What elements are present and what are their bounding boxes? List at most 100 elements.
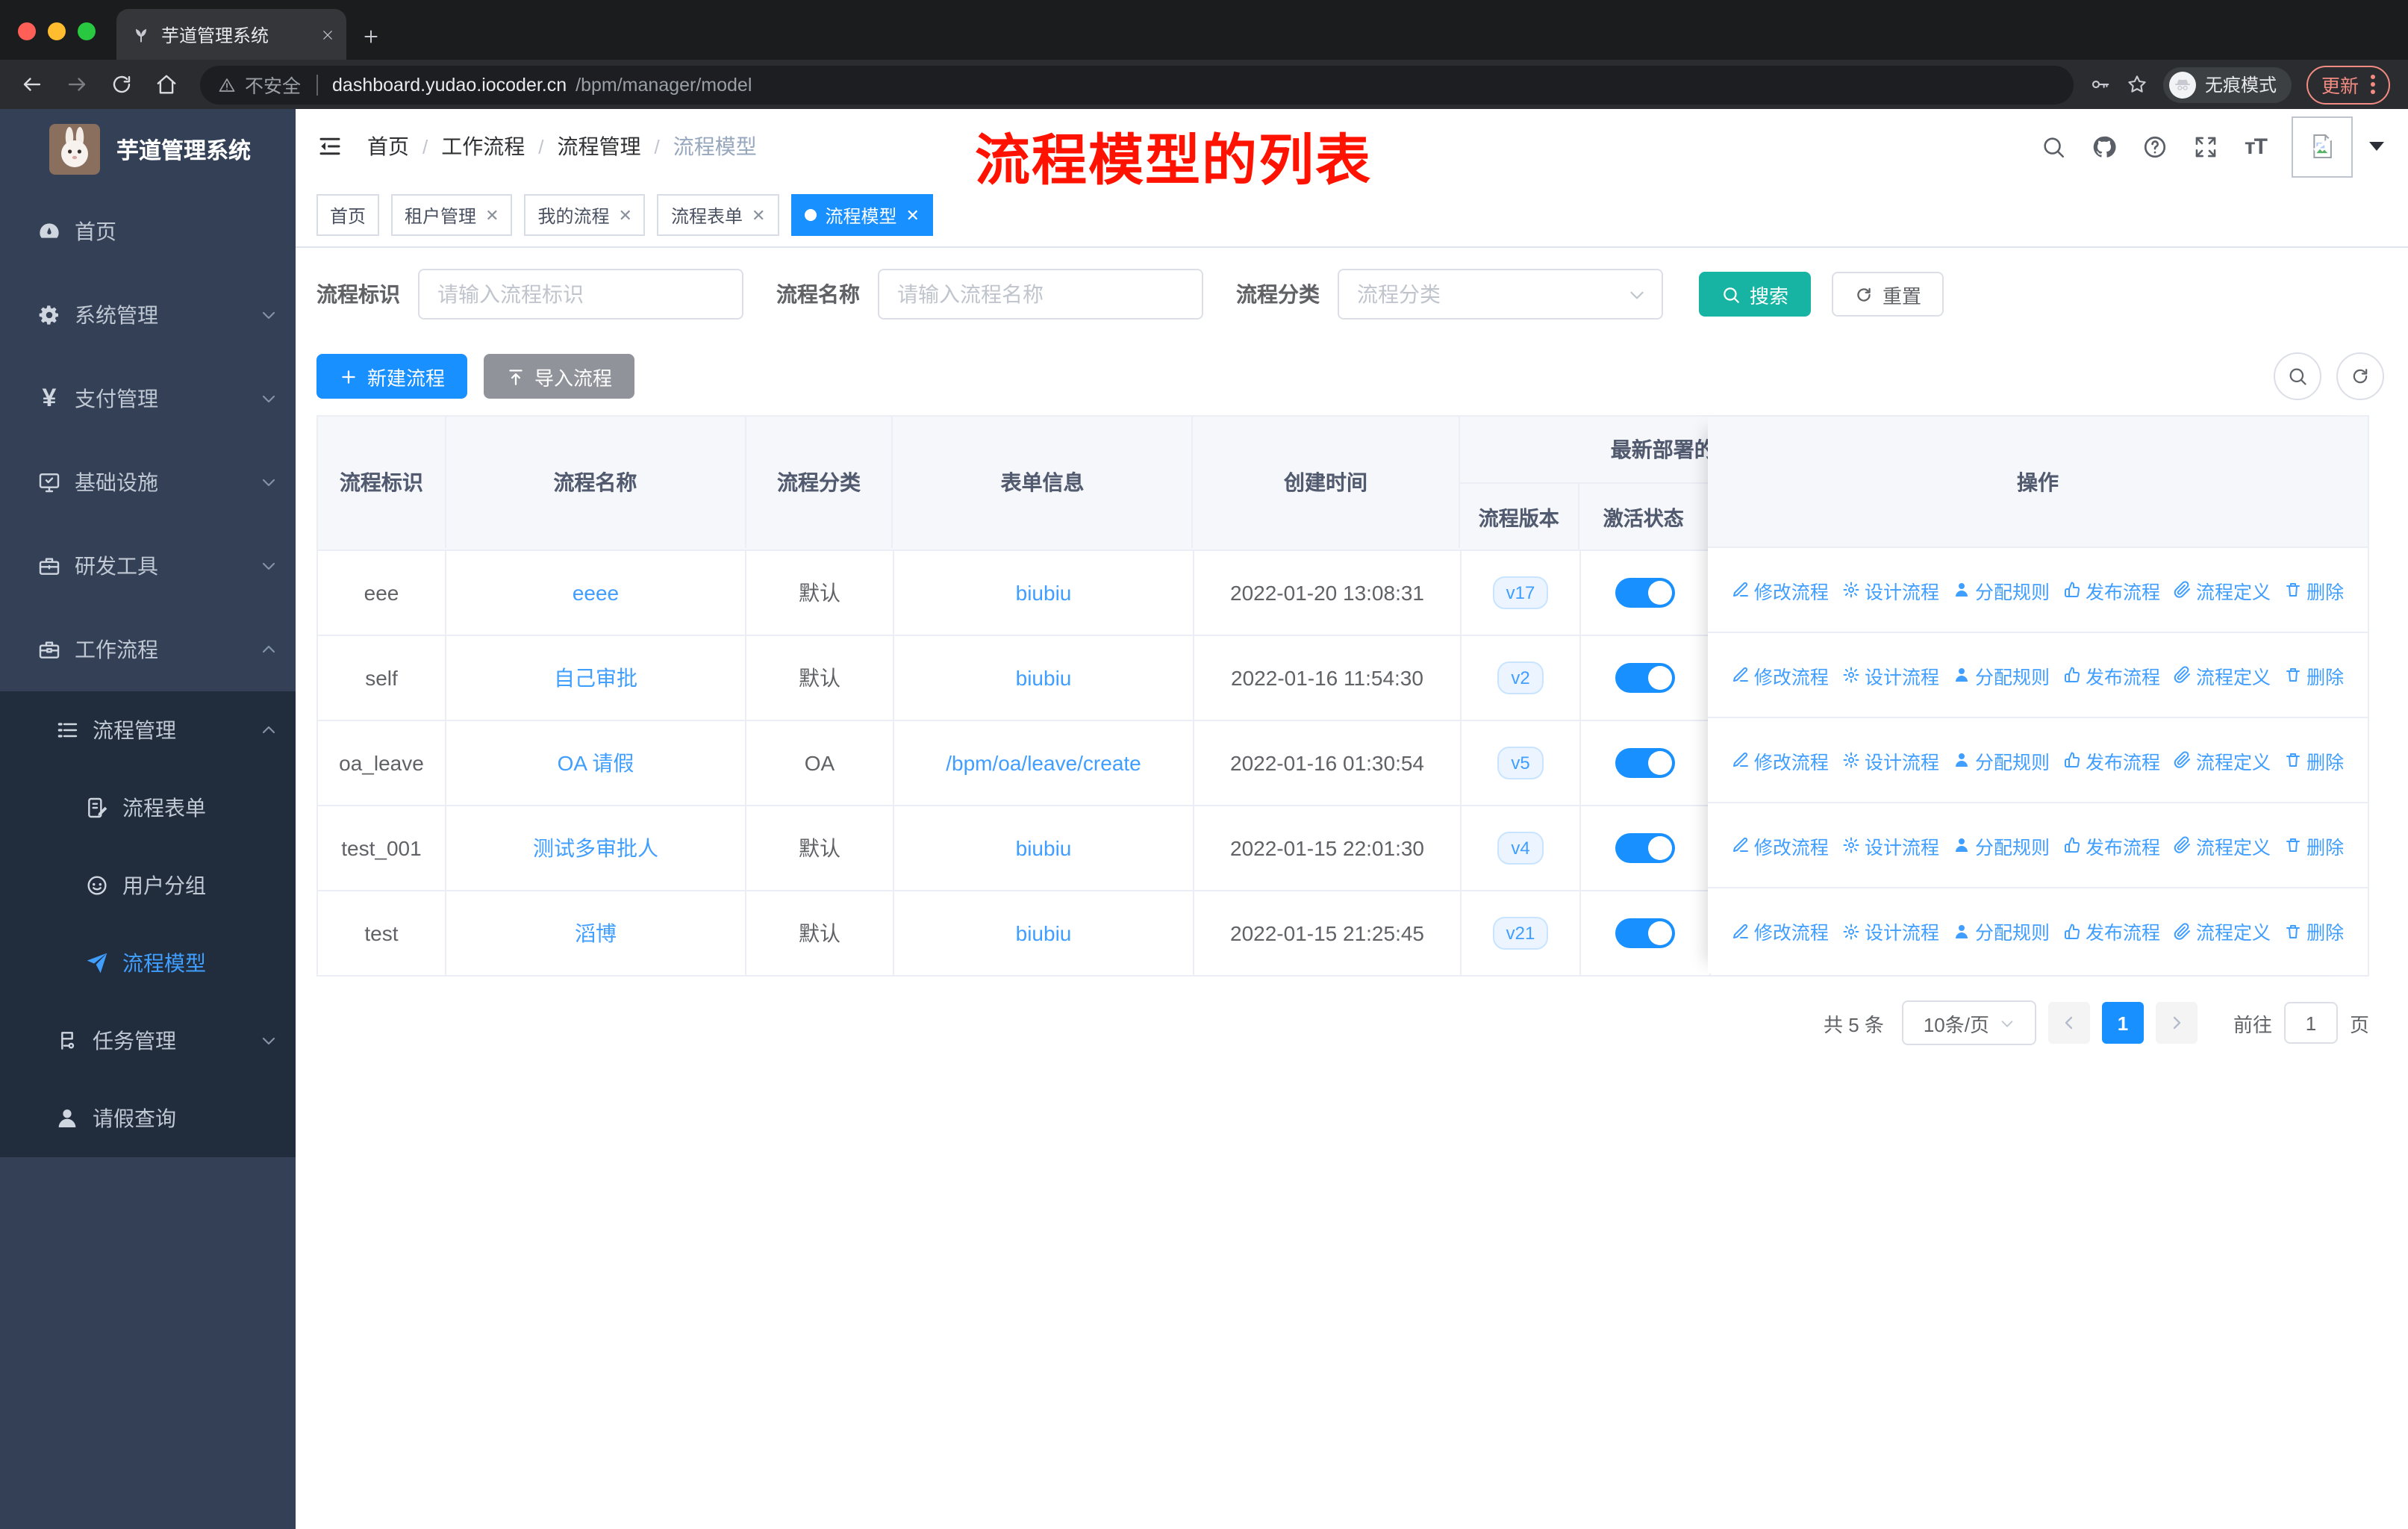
breadcrumb-process-mgmt[interactable]: 流程管理 (558, 131, 641, 161)
next-page-button[interactable] (2155, 1002, 2198, 1044)
import-process-button[interactable]: 导入流程 (484, 354, 635, 399)
create-process-button[interactable]: 新建流程 (316, 354, 468, 399)
edit-process-link[interactable]: 修改流程 (1732, 746, 1829, 774)
prev-page-button[interactable] (2047, 1002, 2090, 1044)
process-name-input[interactable] (878, 269, 1203, 320)
font-size-icon[interactable]: тT (2245, 134, 2268, 159)
tag-process-model[interactable]: 流程模型 ✕ (790, 194, 933, 236)
design-process-link[interactable]: 设计流程 (1842, 661, 1939, 689)
design-process-link[interactable]: 设计流程 (1842, 576, 1939, 604)
process-name-link[interactable]: 滔博 (575, 918, 617, 948)
assign-rule-link[interactable]: 分配规则 (1953, 831, 2050, 859)
refresh-table-button[interactable] (2336, 352, 2384, 400)
assign-rule-link[interactable]: 分配规则 (1953, 917, 2050, 945)
page-size-select[interactable]: 10条/页 (1901, 1000, 2036, 1045)
sidebar-item-process-model[interactable]: 流程模型 (0, 924, 296, 1002)
reload-icon[interactable] (102, 65, 140, 104)
back-icon[interactable] (12, 65, 51, 104)
tag-process-form[interactable]: 流程表单 ✕ (657, 194, 779, 236)
publish-process-link[interactable]: 发布流程 (2063, 661, 2160, 689)
process-definition-link[interactable]: 流程定义 (2174, 746, 2271, 774)
forward-icon[interactable] (57, 65, 96, 104)
form-link[interactable]: biubiu (1016, 581, 1072, 605)
breadcrumb-home[interactable]: 首页 (367, 131, 409, 161)
search-button[interactable]: 搜索 (1699, 272, 1812, 317)
version-badge[interactable]: v17 (1492, 576, 1549, 609)
sidebar-item-leave-query[interactable]: 请假查询 (0, 1080, 296, 1157)
delete-link[interactable]: 删除 (2284, 576, 2344, 604)
delete-link[interactable]: 删除 (2284, 831, 2344, 859)
question-icon[interactable] (2143, 134, 2168, 159)
maximize-window-button[interactable] (78, 22, 96, 40)
form-link[interactable]: biubiu (1016, 666, 1072, 690)
tag-close-icon[interactable]: ✕ (752, 205, 765, 225)
sidebar-item-infrastructure[interactable]: 基础设施 (0, 440, 296, 524)
window-controls[interactable] (0, 22, 116, 60)
assign-rule-link[interactable]: 分配规则 (1953, 576, 2050, 604)
address-bar[interactable]: 不安全 dashboard.yudao.iocoder.cn/bpm/manag… (200, 65, 2074, 104)
sidebar-item-task-mgmt[interactable]: 任务管理 (0, 1002, 296, 1080)
active-toggle[interactable] (1615, 748, 1675, 778)
active-toggle[interactable] (1615, 918, 1675, 948)
publish-process-link[interactable]: 发布流程 (2063, 917, 2160, 945)
version-badge[interactable]: v5 (1497, 747, 1544, 779)
version-badge[interactable]: v21 (1492, 917, 1549, 950)
assign-rule-link[interactable]: 分配规则 (1953, 661, 2050, 689)
process-id-input[interactable] (418, 269, 743, 320)
app-logo-row[interactable]: 芋道管理系统 (0, 109, 296, 190)
process-definition-link[interactable]: 流程定义 (2174, 576, 2271, 604)
sidebar-item-workflow[interactable]: 工作流程 (0, 608, 296, 691)
process-definition-link[interactable]: 流程定义 (2174, 661, 2271, 689)
home-icon[interactable] (146, 65, 185, 104)
edit-process-link[interactable]: 修改流程 (1732, 831, 1829, 859)
active-toggle[interactable] (1615, 663, 1675, 693)
process-name-link[interactable]: eeee (573, 581, 619, 605)
tag-close-icon[interactable]: ✕ (485, 205, 499, 225)
hamburger-icon[interactable] (316, 133, 343, 160)
fullscreen-icon[interactable] (2194, 134, 2219, 159)
minimize-window-button[interactable] (48, 22, 66, 40)
close-window-button[interactable] (18, 22, 36, 40)
publish-process-link[interactable]: 发布流程 (2063, 576, 2160, 604)
edit-process-link[interactable]: 修改流程 (1732, 661, 1829, 689)
sidebar-item-process-mgmt[interactable]: 流程管理 (0, 691, 296, 769)
edit-process-link[interactable]: 修改流程 (1732, 576, 1829, 604)
tag-tenant[interactable]: 租户管理 ✕ (391, 194, 513, 236)
design-process-link[interactable]: 设计流程 (1842, 746, 1939, 774)
form-link[interactable]: biubiu (1016, 836, 1072, 860)
browser-tab[interactable]: 芋道管理系统 (116, 9, 346, 60)
category-select[interactable]: 流程分类 (1338, 269, 1663, 320)
goto-page-input[interactable] (2283, 1002, 2338, 1044)
sidebar-item-payment[interactable]: ¥ 支付管理 (0, 357, 296, 440)
tag-close-icon[interactable]: ✕ (619, 205, 632, 225)
version-badge[interactable]: v2 (1497, 661, 1544, 694)
browser-menu-dots-icon[interactable] (2371, 75, 2375, 94)
process-definition-link[interactable]: 流程定义 (2174, 917, 2271, 945)
process-name-link[interactable]: OA 请假 (558, 748, 634, 778)
process-definition-link[interactable]: 流程定义 (2174, 831, 2271, 859)
tab-close-icon[interactable] (321, 28, 334, 41)
edit-process-link[interactable]: 修改流程 (1732, 917, 1829, 945)
delete-link[interactable]: 删除 (2284, 917, 2344, 945)
update-button[interactable]: 更新 (2306, 65, 2390, 104)
breadcrumb-workflow[interactable]: 工作流程 (441, 131, 525, 161)
warning-triangle-icon[interactable] (218, 75, 236, 93)
reset-button[interactable]: 重置 (1832, 272, 1944, 317)
sidebar-item-user-group[interactable]: 用户分组 (0, 847, 296, 924)
sidebar-item-system[interactable]: 系统管理 (0, 273, 296, 357)
key-icon[interactable] (2089, 73, 2111, 96)
publish-process-link[interactable]: 发布流程 (2063, 831, 2160, 859)
publish-process-link[interactable]: 发布流程 (2063, 746, 2160, 774)
sidebar-item-devtools[interactable]: 研发工具 (0, 524, 296, 608)
tag-my-process[interactable]: 我的流程 ✕ (524, 194, 646, 236)
active-toggle[interactable] (1615, 578, 1675, 608)
design-process-link[interactable]: 设计流程 (1842, 917, 1939, 945)
github-icon[interactable] (2092, 134, 2118, 159)
process-name-link[interactable]: 测试多审批人 (533, 833, 658, 863)
form-link[interactable]: /bpm/oa/leave/create (946, 751, 1141, 775)
search-icon[interactable] (2042, 134, 2067, 159)
sidebar-item-home[interactable]: 首页 (0, 190, 296, 273)
avatar-caret-icon[interactable] (2369, 142, 2384, 151)
active-toggle[interactable] (1615, 833, 1675, 863)
design-process-link[interactable]: 设计流程 (1842, 831, 1939, 859)
